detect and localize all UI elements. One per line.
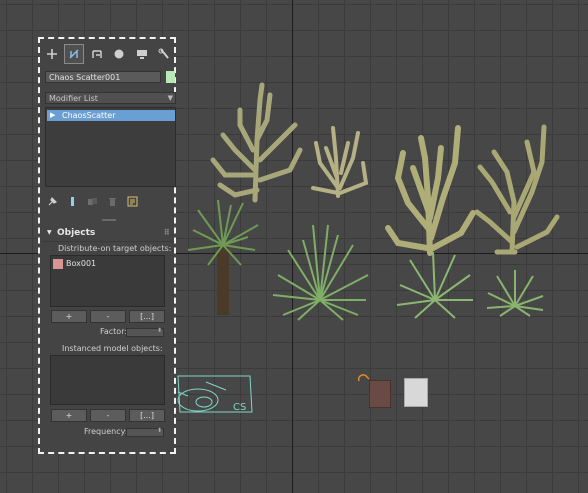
object-name-field[interactable]: Chaos Scatter001 (45, 71, 161, 83)
distribute-label: Distribute-on target objects: (58, 244, 172, 253)
motion-icon (114, 49, 124, 59)
command-panel: Chaos Scatter001 Modifier List ▼ ▶ Chaos… (38, 37, 176, 454)
configure-icon (127, 196, 137, 206)
target-objects-list[interactable]: Box001 (50, 255, 165, 307)
trash-icon (108, 197, 116, 206)
wrench-icon (158, 48, 169, 59)
rollout-pin-icon: ⠿ (163, 228, 170, 237)
pin-stack-button[interactable] (45, 194, 59, 208)
instanced-label: Instanced model objects: (62, 344, 163, 353)
tab-display[interactable] (132, 44, 152, 64)
plant-cactus-3[interactable] (383, 118, 478, 258)
pick-list-target-button[interactable]: [...] (129, 310, 165, 323)
plus-icon (47, 49, 57, 59)
frequency-label: Frequency: (84, 427, 128, 436)
plant-agave-3[interactable] (485, 268, 545, 318)
objects-rollout-title: Objects (57, 228, 96, 238)
chevron-down-icon: ▼ (167, 94, 173, 102)
remove-modifier-button[interactable] (105, 194, 119, 208)
show-end-result-button[interactable] (65, 194, 79, 208)
frequency-spinner[interactable]: ⬍ (126, 427, 164, 437)
stack-toolbar (45, 194, 175, 208)
factor-spinner[interactable]: ⬍ (126, 327, 164, 337)
make-unique-button[interactable] (85, 194, 99, 208)
add-target-button[interactable]: + (51, 310, 87, 323)
display-icon (136, 50, 147, 59)
instanced-objects-list[interactable] (50, 355, 165, 405)
plant-cactus-1[interactable] (205, 80, 305, 205)
collapse-triangle-icon: ▼ (47, 229, 52, 236)
object-color-chip (53, 258, 63, 269)
plant-agave-2[interactable] (395, 250, 475, 320)
target-object-name: Box001 (66, 259, 97, 268)
objects-rollout-header[interactable]: ▼ Objects ⠿ (42, 227, 174, 242)
remove-instanced-button[interactable]: - (90, 409, 126, 422)
spinner-arrows-icon: ⬍ (156, 327, 162, 334)
make-unique-icon (87, 197, 97, 205)
list-item[interactable]: Box001 (53, 258, 96, 269)
object-color-swatch[interactable] (166, 71, 175, 83)
spinner-arrows-icon: ⬍ (156, 427, 162, 434)
pin-icon (48, 196, 57, 205)
tab-motion[interactable] (109, 44, 129, 64)
tab-modify[interactable] (64, 44, 85, 64)
remove-target-button[interactable]: - (90, 310, 126, 323)
rollout-grip[interactable] (102, 219, 116, 221)
modify-icon (69, 49, 79, 59)
plant-agave-1[interactable] (268, 220, 373, 325)
configure-sets-button[interactable] (125, 194, 139, 208)
plant-palm-tree[interactable] (183, 195, 263, 320)
stack-item-chaosscatter[interactable]: ▶ ChaosScatter (47, 110, 175, 121)
expand-triangle-icon[interactable]: ▶ (50, 110, 55, 121)
tab-create[interactable] (42, 44, 62, 64)
tab-hierarchy[interactable] (87, 44, 107, 64)
add-instanced-button[interactable]: + (51, 409, 87, 422)
show-end-result-icon (70, 196, 74, 206)
stack-item-label: ChaosScatter (62, 111, 116, 120)
hierarchy-icon (92, 50, 102, 58)
gizmo-label: CS (233, 402, 246, 413)
scatter-gizmo-icon[interactable]: CS (176, 372, 254, 416)
tab-utilities[interactable] (154, 44, 174, 64)
factor-label: Factor: (100, 327, 128, 336)
plant-cactus-4[interactable] (472, 122, 562, 257)
box-brown[interactable] (369, 380, 391, 408)
modifier-list-dropdown[interactable]: Modifier List ▼ (45, 92, 176, 104)
plant-cactus-2[interactable] (308, 118, 370, 200)
pick-list-instanced-button[interactable]: [...] (129, 409, 165, 422)
panel-tabs (42, 44, 174, 66)
modifier-list-label: Modifier List (49, 94, 98, 103)
modifier-stack[interactable]: ▶ ChaosScatter (45, 107, 176, 187)
box-white[interactable] (404, 378, 428, 407)
